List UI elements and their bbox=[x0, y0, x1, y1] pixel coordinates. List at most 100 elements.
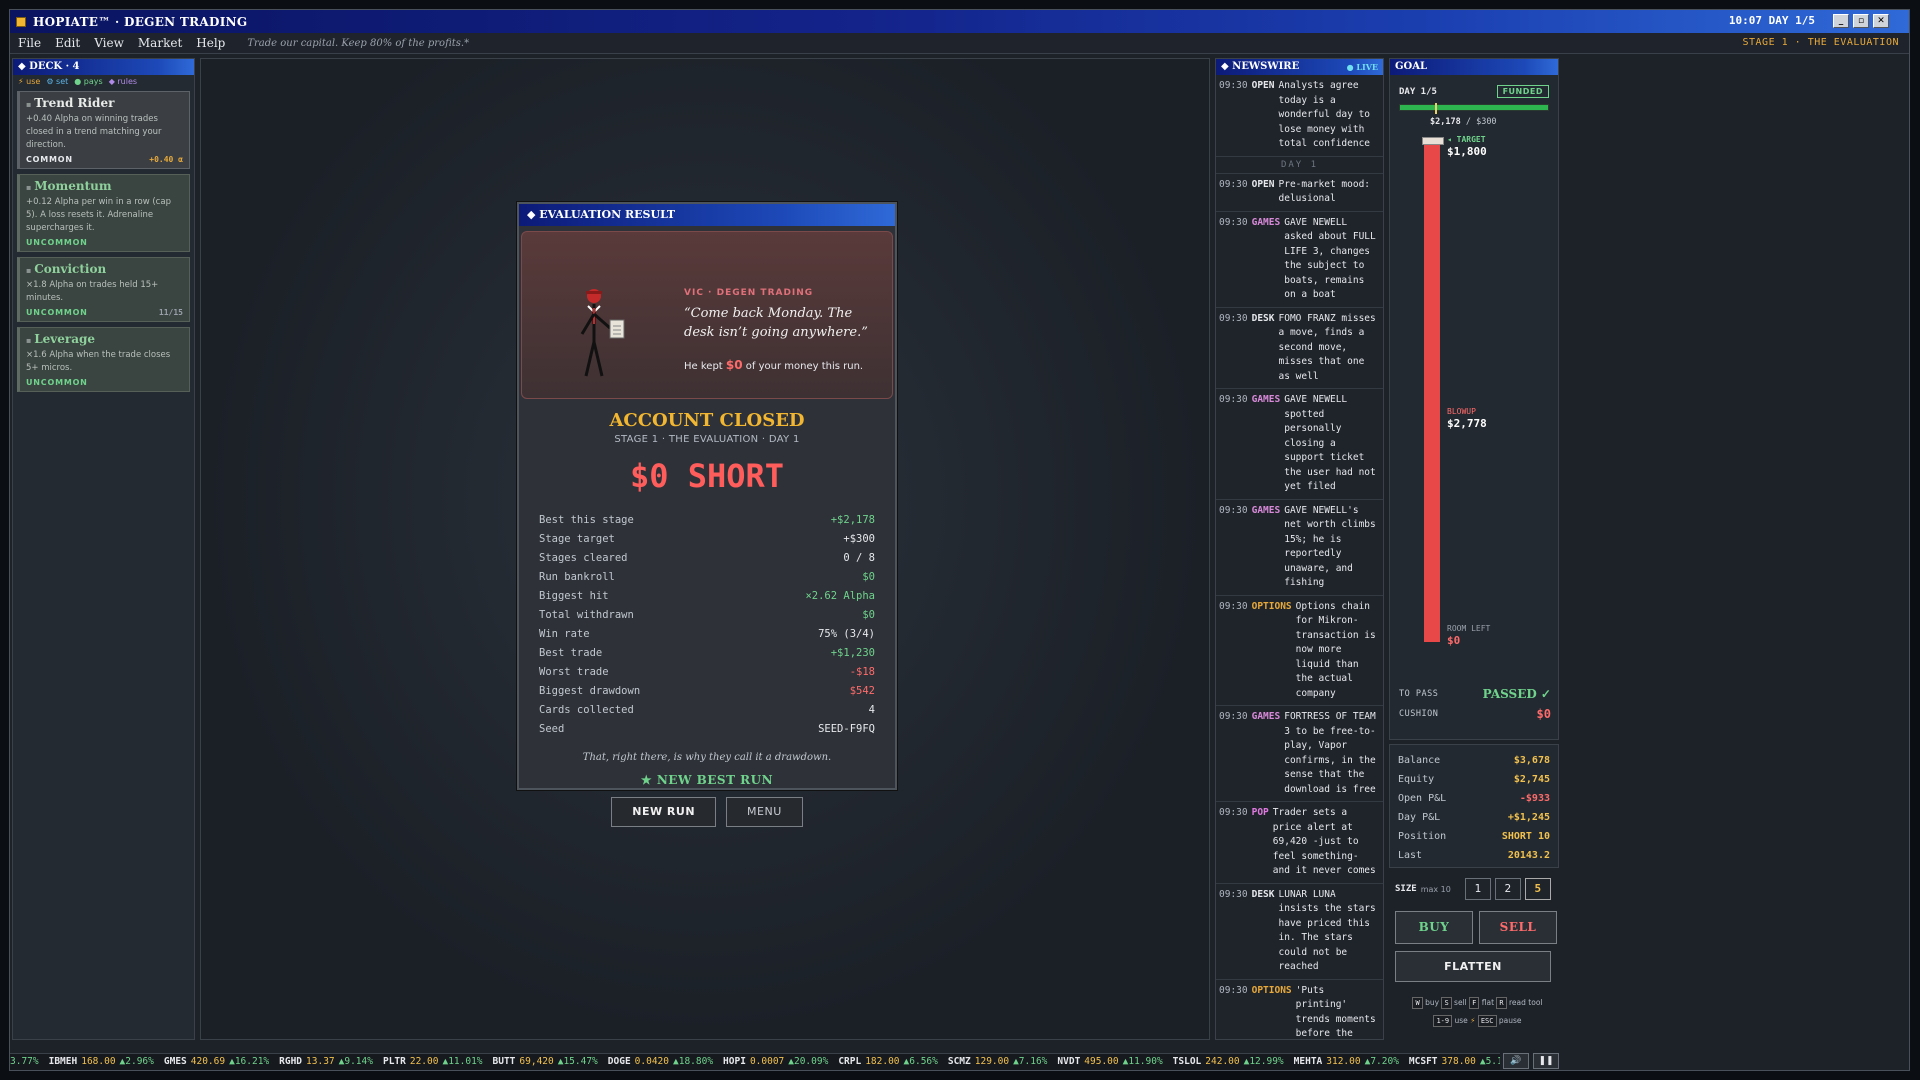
news-item[interactable]: 09:30 OPTIONS 'Puts printing' trends momen… bbox=[1216, 980, 1383, 1040]
news-tag: DESK bbox=[1251, 888, 1275, 900]
ticker-item[interactable]: PLTR 22.00 ▲11.01% bbox=[383, 1056, 483, 1067]
ticker-item[interactable]: MCSFT378.00▲5.15% bbox=[1409, 1056, 1500, 1067]
card-leverage[interactable]: Leverage ×1.6 Alpha when the trade close… bbox=[17, 327, 190, 392]
news-item[interactable]: 09:30 OPEN Pre-market mood: delusional bbox=[1216, 174, 1383, 212]
legend-set: ⚙ set bbox=[46, 77, 69, 86]
ticker-symbol: BUTT bbox=[492, 1056, 516, 1067]
minimize-button[interactable]: _ bbox=[1833, 14, 1849, 28]
sound-icon[interactable]: 🔊 bbox=[1503, 1053, 1529, 1069]
ticker-item[interactable]: HOPI 0.0007 ▲20.09% bbox=[723, 1056, 828, 1067]
keyboard-hints: W buy S sell F flat R read tool 1-9 use … bbox=[1395, 994, 1560, 1030]
news-tag: OPEN bbox=[1251, 80, 1275, 91]
trade-buttons: BUY SELL bbox=[1395, 911, 1557, 944]
news-item[interactable]: 09:30 GAMES FORTRESS OF TEAM 3 to be free-… bbox=[1216, 706, 1383, 802]
hint-use: use bbox=[1454, 1016, 1468, 1025]
news-text: FOMO FRANZ misses a move, finds a second… bbox=[1278, 312, 1376, 382]
card-momentum[interactable]: Momentum +0.12 Alpha per win in a row (c… bbox=[17, 174, 190, 252]
hint-flat: flat bbox=[1481, 998, 1495, 1007]
news-item[interactable]: 09:30 OPEN Analysts agree today is a wonde… bbox=[1216, 75, 1383, 157]
ticker-price: 0.0007 bbox=[749, 1056, 785, 1067]
card-desc: ×1.8 Alpha on trades held 15+ minutes. bbox=[26, 280, 159, 303]
card-trend-rider[interactable]: Trend Rider +0.40 Alpha on winning trade… bbox=[17, 91, 190, 169]
menu-file[interactable]: File bbox=[18, 36, 41, 50]
title-bar[interactable]: HOPIATE™ · DEGEN TRADING 10:07 DAY 1/5 _… bbox=[10, 10, 1909, 33]
ticker-symbol: NVDT bbox=[1057, 1056, 1081, 1067]
stat-row: Win rate 75% (3/4) bbox=[539, 625, 875, 644]
close-button[interactable]: ✕ bbox=[1873, 14, 1889, 28]
ticker-item[interactable]: RGHD 13.37 ▲9.14% bbox=[279, 1056, 373, 1067]
vic-quote: “Come back Monday. The desk isn’t going … bbox=[684, 306, 868, 340]
ticker-price: 0.0420 bbox=[634, 1056, 669, 1067]
ticker-item[interactable]: NVDT 495.00 ▲11.90% bbox=[1057, 1056, 1162, 1067]
funded-badge: FUNDED bbox=[1496, 85, 1549, 98]
news-time: 09:30 bbox=[1219, 807, 1248, 818]
news-time: 09:30 bbox=[1219, 504, 1248, 516]
news-list[interactable]: 09:30 OPEN Analysts agree today is a wonde… bbox=[1216, 75, 1383, 1040]
ticker-symbol: MCSFT bbox=[1408, 1056, 1438, 1067]
ticker-item[interactable]: CRPL 182.00 ▲6.56% bbox=[838, 1056, 938, 1067]
news-item[interactable]: 09:30 GAMES GAVE NEWELL spotted personally… bbox=[1216, 389, 1383, 500]
ticker-symbol: TSLOL bbox=[1172, 1056, 1202, 1067]
card-rarity: UNCOMMON bbox=[26, 308, 88, 317]
sell-button[interactable]: SELL bbox=[1479, 911, 1557, 944]
menu-button[interactable]: MENU bbox=[726, 797, 803, 827]
day-separator: DAY 1 bbox=[1216, 157, 1383, 174]
buy-button[interactable]: BUY bbox=[1395, 911, 1473, 944]
hint-sell: sell bbox=[1454, 998, 1467, 1007]
news-tag: OPTIONS bbox=[1251, 984, 1292, 996]
news-time: 09:30 bbox=[1219, 888, 1248, 900]
menu-market[interactable]: Market bbox=[138, 36, 182, 50]
news-item[interactable]: 09:30 OPTIONS Options chain for Mikron-tra… bbox=[1216, 596, 1383, 706]
stat-label: Stage target bbox=[539, 533, 615, 545]
stat-label: Biggest drawdown bbox=[539, 685, 641, 697]
menu-help[interactable]: Help bbox=[196, 36, 225, 50]
goal-progress-bar bbox=[1399, 103, 1549, 114]
maximize-button[interactable]: ▫ bbox=[1853, 14, 1869, 28]
ticker-item[interactable]: MEHTA 312.00 ▲7.20% bbox=[1294, 1056, 1399, 1067]
news-item[interactable]: 09:30 DESK FOMO FRANZ misses a move, finds… bbox=[1216, 308, 1383, 389]
ticker-item[interactable]: BUTT 69,420 ▲15.47% bbox=[493, 1056, 598, 1067]
ticker-item[interactable]: GMES 420.69 ▲16.21% bbox=[164, 1056, 269, 1067]
stat-row: Cards collected 4 bbox=[539, 701, 875, 720]
news-item[interactable]: 09:30 POP Trader sets a price alert at 69,… bbox=[1216, 802, 1383, 884]
key-esc: ESC bbox=[1477, 1015, 1497, 1027]
size-1-button[interactable]: 1 bbox=[1464, 878, 1491, 900]
ticker-item[interactable]: 3.77% bbox=[10, 1056, 39, 1067]
news-item[interactable]: 09:30 GAMES GAVE NEWELL's net worth climbs… bbox=[1216, 500, 1383, 596]
stat-label: Run bankroll bbox=[539, 571, 615, 583]
card-counter: 11/15 bbox=[158, 308, 183, 317]
ticker-item[interactable]: TSLOL 242.00 ▲12.99% bbox=[1173, 1056, 1284, 1067]
ticker-price: 69,420 bbox=[519, 1056, 554, 1067]
news-text: Pre-market mood: delusional bbox=[1278, 178, 1371, 205]
pause-icon[interactable]: ❚❚ bbox=[1533, 1053, 1559, 1069]
ticker-item[interactable]: SCMZ 129.00 ▲7.16% bbox=[948, 1056, 1048, 1067]
ticker-item[interactable]: DOGE 0.0420 ▲18.80% bbox=[608, 1056, 713, 1067]
size-5-button[interactable]: 5 bbox=[1524, 878, 1551, 900]
ticker-symbol: MEHTA bbox=[1293, 1056, 1323, 1067]
news-item[interactable]: 09:30 GAMES GAVE NEWELL asked about FULL L… bbox=[1216, 212, 1383, 308]
to-pass-label: TO PASS bbox=[1399, 689, 1439, 699]
stat-value: +$1,230 bbox=[830, 647, 875, 659]
ticker-price: 13.37 bbox=[306, 1056, 335, 1067]
card-conviction[interactable]: Conviction ×1.8 Alpha on trades held 15+… bbox=[17, 257, 190, 322]
news-text: GAVE NEWELL spotted personally closing a… bbox=[1284, 394, 1376, 492]
news-time: 09:30 bbox=[1219, 394, 1248, 405]
news-tag: OPEN bbox=[1251, 178, 1275, 190]
live-indicator: ● LIVE bbox=[1346, 62, 1378, 72]
size-2-button[interactable]: 2 bbox=[1494, 878, 1521, 900]
news-tag: GAMES bbox=[1251, 394, 1281, 405]
flatten-button[interactable]: FLATTEN bbox=[1395, 951, 1551, 982]
new-run-button[interactable]: NEW RUN bbox=[611, 797, 717, 827]
menu-edit[interactable]: Edit bbox=[55, 36, 80, 50]
menu-view[interactable]: View bbox=[94, 36, 124, 50]
app-window: HOPIATE™ · DEGEN TRADING 10:07 DAY 1/5 _… bbox=[9, 9, 1910, 1071]
ticker-symbol: HOPI bbox=[723, 1056, 746, 1067]
key-f: F bbox=[1469, 997, 1480, 1009]
app-icon bbox=[16, 16, 26, 27]
equity-thermometer bbox=[1424, 137, 1440, 642]
account-row: Day P&L +$1,245 bbox=[1398, 808, 1550, 827]
key-s: S bbox=[1441, 997, 1452, 1009]
ticker-symbol: DOGE bbox=[607, 1056, 631, 1067]
news-item[interactable]: 09:30 DESK LUNAR LUNA insists the stars ha… bbox=[1216, 884, 1383, 980]
ticker-item[interactable]: IBMEH 168.00 ▲2.96% bbox=[49, 1056, 154, 1067]
